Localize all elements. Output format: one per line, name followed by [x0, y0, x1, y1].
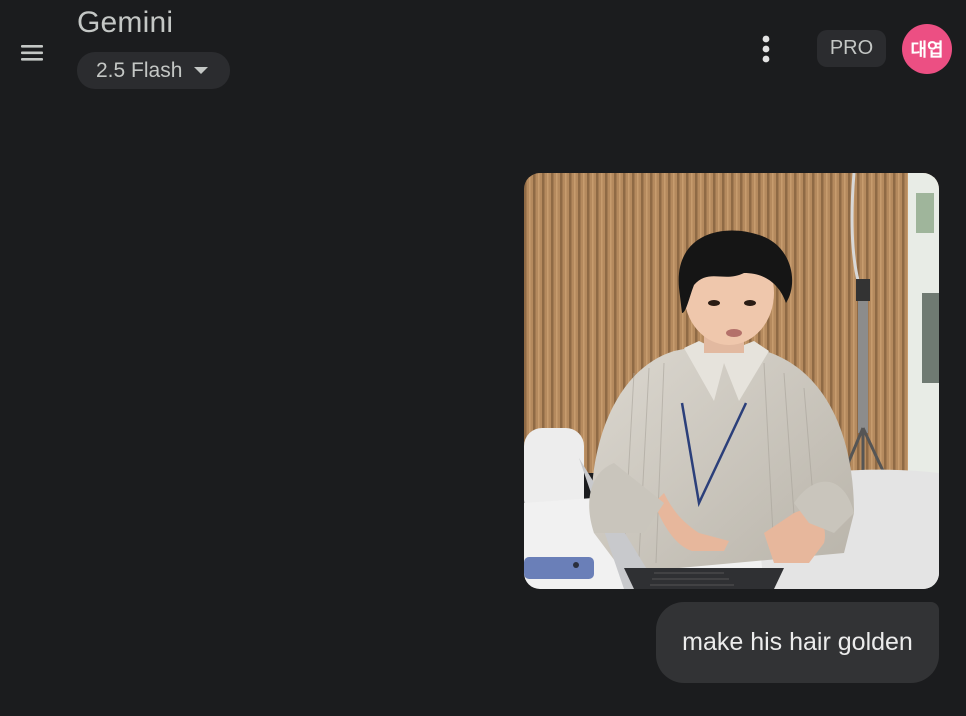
- gemini-app: Gemini 2.5 Flash PRO 대엽 make his hair go…: [0, 0, 966, 716]
- more-options-button[interactable]: [754, 34, 778, 64]
- user-message-text: make his hair golden: [682, 628, 913, 656]
- model-selector[interactable]: 2.5 Flash: [77, 52, 230, 89]
- photo-illustration: [524, 173, 939, 589]
- dropdown-caret-icon: [194, 67, 209, 74]
- menu-icon: [21, 45, 43, 61]
- user-message-bubble: make his hair golden: [656, 602, 939, 683]
- app-title: Gemini: [77, 6, 174, 39]
- menu-button[interactable]: [14, 36, 52, 70]
- pro-badge[interactable]: PRO: [817, 30, 886, 67]
- more-vert-icon: [762, 35, 770, 63]
- user-uploaded-image[interactable]: [524, 173, 939, 589]
- model-label: 2.5 Flash: [96, 58, 183, 82]
- avatar[interactable]: 대엽: [902, 24, 952, 74]
